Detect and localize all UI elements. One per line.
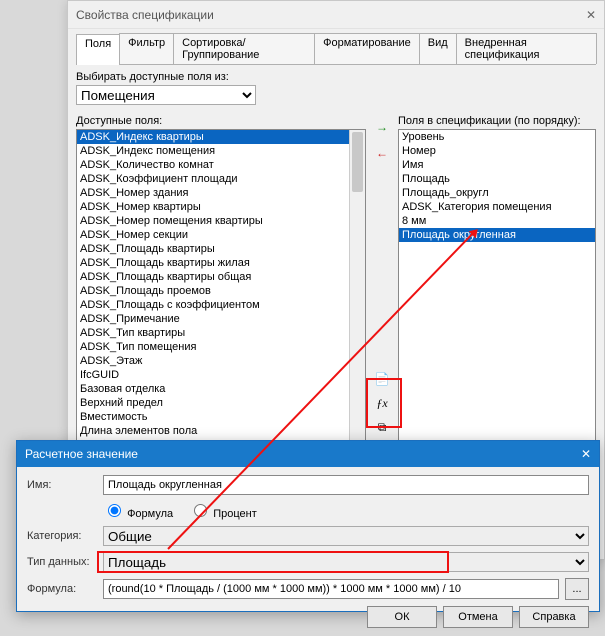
calculated-value-button[interactable]: ƒx <box>372 393 392 413</box>
pick-from-label: Выбирать доступные поля из: <box>76 71 596 83</box>
calculated-value-dialog: Расчетное значение ✕ Имя: Формула Процен… <box>16 440 600 612</box>
available-fields-listbox[interactable]: ADSK_Индекс квартирыADSK_Индекс помещени… <box>76 129 366 449</box>
list-item[interactable]: IfcGUID <box>77 368 365 382</box>
list-item[interactable]: ADSK_Площадь с коэффициентом <box>77 298 365 312</box>
list-item[interactable]: Площадь <box>399 172 595 186</box>
list-item[interactable]: ADSK_Категория помещения <box>399 200 595 214</box>
cancel-button[interactable]: Отмена <box>443 606 513 628</box>
name-input[interactable] <box>103 475 589 495</box>
pick-from-combo[interactable]: Помещения <box>76 85 256 105</box>
list-item[interactable]: ADSK_Площадь квартиры <box>77 242 365 256</box>
calc-dialog-title: Расчетное значение <box>25 447 138 461</box>
list-item[interactable]: Уровень <box>399 130 595 144</box>
close-icon[interactable]: ✕ <box>586 8 596 22</box>
list-item[interactable]: Вместимость <box>77 410 365 424</box>
list-item[interactable]: ADSK_Коэффициент площади <box>77 172 365 186</box>
available-label: Доступные поля: <box>76 115 366 127</box>
list-item[interactable]: ADSK_Площадь квартиры жилая <box>77 256 365 270</box>
percent-radio[interactable]: Процент <box>189 501 257 520</box>
ok-button[interactable]: ОК <box>367 606 437 628</box>
tab-1[interactable]: Фильтр <box>119 33 174 64</box>
list-item[interactable]: ADSK_Индекс квартиры <box>77 130 365 144</box>
scheduled-fields-listbox[interactable]: УровеньНомерИмяПлощадьПлощадь_округлADSK… <box>398 129 596 449</box>
list-item[interactable]: Площадь_округл <box>399 186 595 200</box>
list-item[interactable]: ADSK_Индекс помещения <box>77 144 365 158</box>
help-button[interactable]: Справка <box>519 606 589 628</box>
name-label: Имя: <box>27 479 97 491</box>
list-item[interactable]: ADSK_Площадь проемов <box>77 284 365 298</box>
formula-browse-button[interactable]: ... <box>565 578 589 600</box>
type-label: Тип данных: <box>27 556 97 568</box>
list-item[interactable]: ADSK_Номер секции <box>77 228 365 242</box>
list-item[interactable]: Номер <box>399 144 595 158</box>
tab-0[interactable]: Поля <box>76 34 120 65</box>
tab-3[interactable]: Форматирование <box>314 33 420 64</box>
list-item[interactable]: Базовая отделка <box>77 382 365 396</box>
list-item[interactable]: ADSK_Номер помещения квартиры <box>77 214 365 228</box>
tab-2[interactable]: Сортировка/Группирование <box>173 33 315 64</box>
remove-field-button[interactable]: ← <box>372 143 392 163</box>
list-item[interactable]: Верхний предел <box>77 396 365 410</box>
tab-5[interactable]: Внедренная спецификация <box>456 33 597 64</box>
category-label: Категория: <box>27 530 97 542</box>
list-item[interactable]: ADSK_Номер квартиры <box>77 200 365 214</box>
list-item[interactable]: Имя <box>399 158 595 172</box>
dialog-title: Свойства спецификации <box>76 8 214 22</box>
category-combo[interactable]: Общие <box>103 526 589 546</box>
transfer-buttons: → ← 📄 ƒx ⧉ <box>370 113 394 477</box>
formula-input[interactable] <box>103 579 559 599</box>
list-item[interactable]: ADSK_Примечание <box>77 312 365 326</box>
list-item[interactable]: 8 мм <box>399 214 595 228</box>
type-combo[interactable]: Площадь <box>103 552 589 572</box>
list-item[interactable]: ADSK_Площадь квартиры общая <box>77 270 365 284</box>
list-item[interactable]: ADSK_Количество комнат <box>77 158 365 172</box>
formula-label: Формула: <box>27 583 97 595</box>
new-parameter-button[interactable]: 📄 <box>372 369 392 389</box>
titlebar[interactable]: Свойства спецификации ✕ <box>68 1 604 29</box>
formula-radio[interactable]: Формула <box>103 501 173 520</box>
scheduled-label: Поля в спецификации (по порядку): <box>398 115 596 127</box>
calc-titlebar[interactable]: Расчетное значение ✕ <box>17 441 599 467</box>
tab-strip: ПоляФильтрСортировка/ГруппированиеФормат… <box>76 33 596 65</box>
list-item[interactable]: ADSK_Тип квартиры <box>77 326 365 340</box>
list-item[interactable]: Площадь округленная <box>399 228 595 242</box>
add-field-button[interactable]: → <box>372 117 392 137</box>
close-icon[interactable]: ✕ <box>581 447 591 461</box>
list-item[interactable]: Длина элементов пола <box>77 424 365 438</box>
list-item[interactable]: ADSK_Номер здания <box>77 186 365 200</box>
list-item[interactable]: ADSK_Тип помещения <box>77 340 365 354</box>
combine-parameters-button[interactable]: ⧉ <box>372 417 392 437</box>
tab-4[interactable]: Вид <box>419 33 457 64</box>
list-item[interactable]: ADSK_Этаж <box>77 354 365 368</box>
scrollbar[interactable] <box>349 130 365 448</box>
